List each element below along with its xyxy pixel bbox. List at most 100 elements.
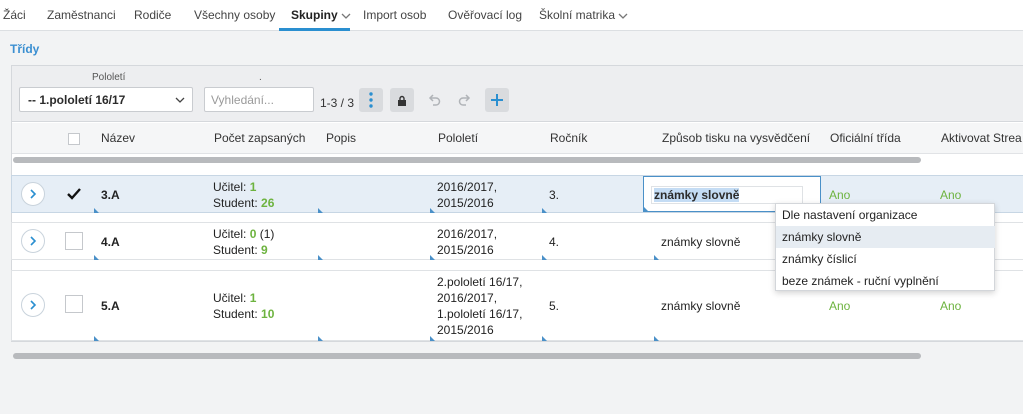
nav-tab-employees[interactable]: Zaměstnanci [47, 8, 116, 22]
chevron-right-icon [30, 300, 37, 310]
nav-tab-groups-label: Skupiny [291, 8, 338, 22]
dropdown-option[interactable]: Dle nastavení organizace [776, 204, 995, 226]
edit-marker [542, 255, 547, 260]
edit-marker [542, 336, 547, 341]
edit-marker [318, 336, 323, 341]
print-mode-value: známky slovně [661, 235, 741, 249]
redo-button[interactable] [453, 88, 477, 112]
checkmark-icon [67, 188, 81, 200]
column-header-print-mode[interactable]: Způsob tisku na vysvědčení [662, 131, 810, 145]
print-mode-input-value: známky slovně [654, 188, 740, 202]
class-name: 3.A [101, 188, 120, 202]
teacher-extra: (1) [259, 227, 275, 241]
column-header-activate-stream[interactable]: Aktivovat Strea [941, 131, 1022, 145]
nav-tab-school-registry[interactable]: Školní matrika [539, 8, 629, 22]
enrolled-count: Učitel: 0 (1) Student: 9 [213, 226, 274, 258]
print-mode-value: známky slovně [661, 299, 741, 313]
official-class-value: Ano [829, 188, 851, 202]
more-actions-button[interactable] [359, 88, 383, 112]
undo-button[interactable] [422, 88, 446, 112]
dropdown-option[interactable]: známky číslicí [776, 248, 995, 270]
column-header-semester[interactable]: Pololetí [438, 131, 478, 145]
edit-marker [94, 255, 99, 260]
section-title: Třídy [10, 42, 40, 56]
semester-item: 2.pololetí 16/17, [437, 275, 523, 289]
teacher-count: 1 [249, 291, 257, 305]
chevron-right-icon [30, 236, 37, 246]
nav-tab-all-persons[interactable]: Všechny osoby [194, 8, 275, 22]
enrolled-count: Učitel: 1 Student: 10 [213, 290, 274, 322]
teacher-label: Učitel: [213, 291, 247, 305]
teacher-label: Učitel: [213, 227, 247, 241]
record-counter: 1-3 / 3 [320, 96, 355, 110]
top-nav: Žáci Zaměstnanci Rodiče Všechny osoby Sk… [0, 0, 1023, 31]
expand-row-button[interactable] [21, 229, 45, 253]
nav-tab-groups[interactable]: Skupiny [291, 8, 352, 22]
add-button[interactable] [485, 88, 509, 112]
active-tab-underline [279, 28, 350, 31]
edit-marker [430, 208, 435, 213]
semester-item: 2015/2016 [437, 196, 494, 210]
horizontal-scrollbar-top[interactable] [13, 157, 921, 163]
print-mode-input[interactable]: známky slovně [651, 186, 803, 204]
nav-tab-verification-log[interactable]: Ověřovací log [448, 8, 522, 22]
edit-marker [542, 208, 547, 213]
year-value: 4. [549, 235, 560, 249]
nav-tab-import[interactable]: Import osob [363, 8, 426, 22]
chevron-down-icon [341, 13, 351, 19]
lock-button[interactable] [390, 88, 414, 112]
semester-list: 2016/2017, 2015/2016 [437, 226, 497, 258]
dropdown-option[interactable]: beze známek - ruční vyplnění [776, 270, 995, 292]
row-checkbox[interactable] [65, 295, 83, 313]
enrolled-count: Učitel: 1 Student: 26 [213, 179, 274, 211]
semester-item: 1.pololetí 16/17, [437, 307, 523, 321]
semester-item: 2016/2017, [437, 291, 498, 305]
edit-marker [94, 336, 99, 341]
student-label: Student: [213, 196, 258, 210]
edit-marker [644, 207, 649, 212]
expand-row-button[interactable] [21, 182, 45, 206]
column-header-description[interactable]: Popis [326, 131, 356, 145]
teacher-count: 0 [249, 227, 257, 241]
class-name: 5.A [101, 299, 120, 313]
select-all-checkbox[interactable] [68, 133, 80, 145]
semester-item: 2016/2017, [437, 227, 498, 241]
dropdown-option-highlighted[interactable]: známky slovně [776, 226, 995, 248]
edit-marker [430, 255, 435, 260]
nav-tab-parents[interactable]: Rodiče [134, 8, 171, 22]
nav-tab-students[interactable]: Žáci [3, 8, 26, 22]
toolbar: Pololetí . -- 1.pololetí 16/17 1-3 / 3 [12, 66, 1023, 122]
official-class-value: Ano [829, 299, 851, 313]
search-field-label: . [259, 72, 262, 83]
semester-filter-label: Pololetí [92, 72, 126, 83]
student-count: 9 [261, 243, 268, 257]
teacher-label: Učitel: [213, 180, 247, 194]
row-checkbox[interactable] [65, 185, 83, 203]
expand-row-button[interactable] [21, 293, 45, 317]
semester-select[interactable]: -- 1.pololetí 16/17 [19, 87, 193, 112]
semester-item: 2015/2016 [437, 243, 494, 257]
teacher-count: 1 [249, 180, 257, 194]
row-checkbox[interactable] [65, 232, 83, 250]
semester-item: 2015/2016 [437, 323, 494, 337]
edit-marker [318, 255, 323, 260]
student-count: 10 [261, 307, 275, 321]
activate-stream-value: Ano [940, 188, 962, 202]
nav-tab-school-registry-label: Školní matrika [539, 8, 616, 22]
lock-icon [398, 95, 406, 106]
column-header-name[interactable]: Název [101, 131, 135, 145]
column-header-official-class[interactable]: Oficiální třída [830, 131, 901, 145]
undo-icon [428, 94, 441, 106]
more-vertical-icon [369, 92, 373, 108]
chevron-down-icon [618, 13, 628, 19]
student-label: Student: [213, 307, 258, 321]
horizontal-scrollbar-bottom[interactable] [13, 353, 921, 359]
student-label: Student: [213, 243, 258, 257]
activate-stream-value: Ano [940, 299, 962, 313]
table-header: Název Počet zapsaných Popis Pololetí Roč… [12, 123, 1023, 154]
edit-marker [654, 255, 659, 260]
search-input[interactable] [204, 87, 314, 112]
semester-item: 2016/2017, [437, 180, 498, 194]
column-header-year[interactable]: Ročník [550, 131, 587, 145]
column-header-enrolled[interactable]: Počet zapsaných [214, 131, 305, 145]
